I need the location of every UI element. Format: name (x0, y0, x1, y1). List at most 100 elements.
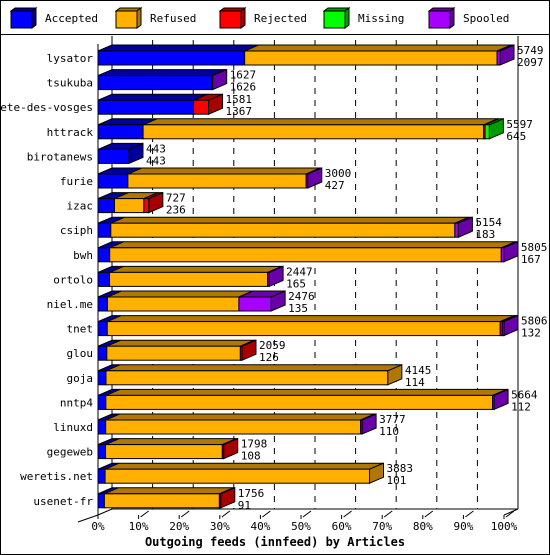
category-label: lysator (47, 52, 94, 65)
accepted-value-label: 645 (506, 130, 526, 143)
bar-segment-refused (104, 468, 371, 484)
bar-segment-accepted (97, 271, 111, 287)
accepted-value-label: 1626 (230, 81, 257, 94)
x-tick-depth (140, 510, 149, 518)
bar-segment-accepted (97, 394, 107, 410)
x-tick-label: 30% (210, 520, 230, 533)
x-tick-label: 80% (413, 520, 433, 533)
bar-segment-accepted (97, 247, 111, 263)
category-label: glou (67, 347, 94, 360)
bar-segment-rejected (193, 99, 210, 115)
accepted-value-label: 114 (405, 376, 425, 389)
bar-top-refused (105, 438, 237, 446)
bar-top-refused (104, 487, 234, 495)
accepted-value-label: 108 (241, 450, 261, 463)
bar-segment-accepted (97, 321, 108, 337)
bar-top-refused (142, 118, 498, 126)
accepted-value-label: 183 (475, 228, 495, 241)
accepted-value-label: 132 (521, 327, 541, 340)
x-axis-title: Outgoing feeds (innfeed) by Articles (145, 535, 405, 549)
accepted-value-label: 443 (146, 154, 166, 167)
accepted-value-label: 110 (379, 425, 399, 438)
category-label: gegeweb (47, 446, 93, 459)
accepted-value-label: 167 (521, 253, 541, 266)
x-tick-depth (424, 510, 434, 518)
bar-segment-accepted (97, 444, 107, 460)
bar-top-refused (109, 241, 516, 249)
bar-segment-refused (106, 345, 241, 361)
stacked-bar-chart: 0% 10% 20% 30% 40% 50% 60% 70% 80% 90% 100% Outgoin… (0, 36, 548, 549)
bar-segment-accepted (97, 99, 195, 115)
accepted-value-label: 135 (288, 302, 308, 315)
x-tick-depth (343, 510, 352, 518)
category-label: ortolo (53, 273, 93, 286)
bar-segment-accepted (97, 75, 213, 91)
x-tick-depth (383, 510, 393, 518)
category-label: tnet (67, 323, 94, 336)
bar-top-accepted (97, 93, 208, 101)
category-label: furie (60, 175, 93, 188)
bar-segment-refused (106, 296, 240, 312)
bar-segment-refused (142, 124, 485, 140)
x-tick-label: 100% (491, 520, 518, 533)
accepted-value-label: 2097 (517, 56, 544, 69)
category-label: usenet-fr (33, 495, 93, 508)
bar-top-refused (106, 339, 255, 347)
accepted-value-label: 165 (286, 277, 306, 290)
bar-top-refused (107, 290, 254, 298)
bar-segment-accepted (97, 468, 106, 484)
x-tick-depth (465, 510, 474, 518)
bar-segment-accepted (97, 198, 116, 214)
bar-segment-refused (105, 370, 389, 386)
bar-segment-refused (109, 247, 502, 263)
bar-top-refused (105, 413, 375, 421)
x-tick-label: 60% (332, 520, 352, 533)
bar-top-refused (107, 315, 515, 323)
bar-segment-refused (106, 321, 501, 337)
accepted-value-label: 91 (238, 499, 251, 512)
bar-top-accepted (97, 44, 259, 52)
bar-top-refused (109, 265, 282, 273)
x-tick-depth (180, 510, 190, 518)
category-label: httrack (47, 126, 94, 139)
x-tick-label: 50% (291, 520, 311, 533)
bar-segment-refused (103, 493, 220, 509)
bar-top-refused (105, 388, 507, 396)
bar-segment-spooled (454, 222, 459, 238)
bar-top-refused (105, 364, 403, 372)
x-tick-label: 40% (250, 520, 270, 533)
category-label: niel.me (47, 298, 93, 311)
category-label: weretis.net (20, 470, 93, 483)
accepted-value-label: 1367 (226, 105, 253, 118)
bar-segment-accepted (97, 124, 144, 140)
bar-segment-accepted (97, 222, 112, 238)
bar-segment-rejected (143, 198, 150, 214)
bar-top-refused (104, 462, 384, 470)
category-label: birotanews (27, 150, 93, 163)
x-axis-corner-right (503, 508, 519, 516)
bar-segment-accepted (97, 370, 107, 386)
x-tick-label: 70% (372, 520, 392, 533)
x-tick-depth (302, 510, 312, 518)
x-tick-label: 90% (453, 520, 473, 533)
bar-segment-spooled (238, 296, 272, 312)
bar-top-refused (244, 44, 512, 52)
bar-segment-accepted (97, 345, 108, 361)
accepted-value-label: 236 (166, 204, 186, 217)
x-tick-depth (262, 510, 271, 518)
bar-top-accepted (97, 69, 226, 77)
category-label: goja (67, 372, 94, 385)
bar-top-refused (110, 216, 470, 224)
bar-segment-refused (127, 173, 307, 189)
category-label: izac (67, 200, 94, 213)
bar-top-refused (127, 167, 321, 175)
accepted-value-label: 126 (259, 351, 279, 364)
bar-segment-refused (244, 50, 498, 66)
category-label: tsukuba (47, 77, 93, 90)
accepted-value-label: 427 (325, 179, 345, 192)
x-tick-depth (221, 510, 231, 518)
bar-segment-accepted (97, 296, 108, 312)
bar-segment-refused (105, 394, 494, 410)
category-label: csiph (60, 224, 93, 237)
x-tick-label: 20% (169, 520, 189, 533)
